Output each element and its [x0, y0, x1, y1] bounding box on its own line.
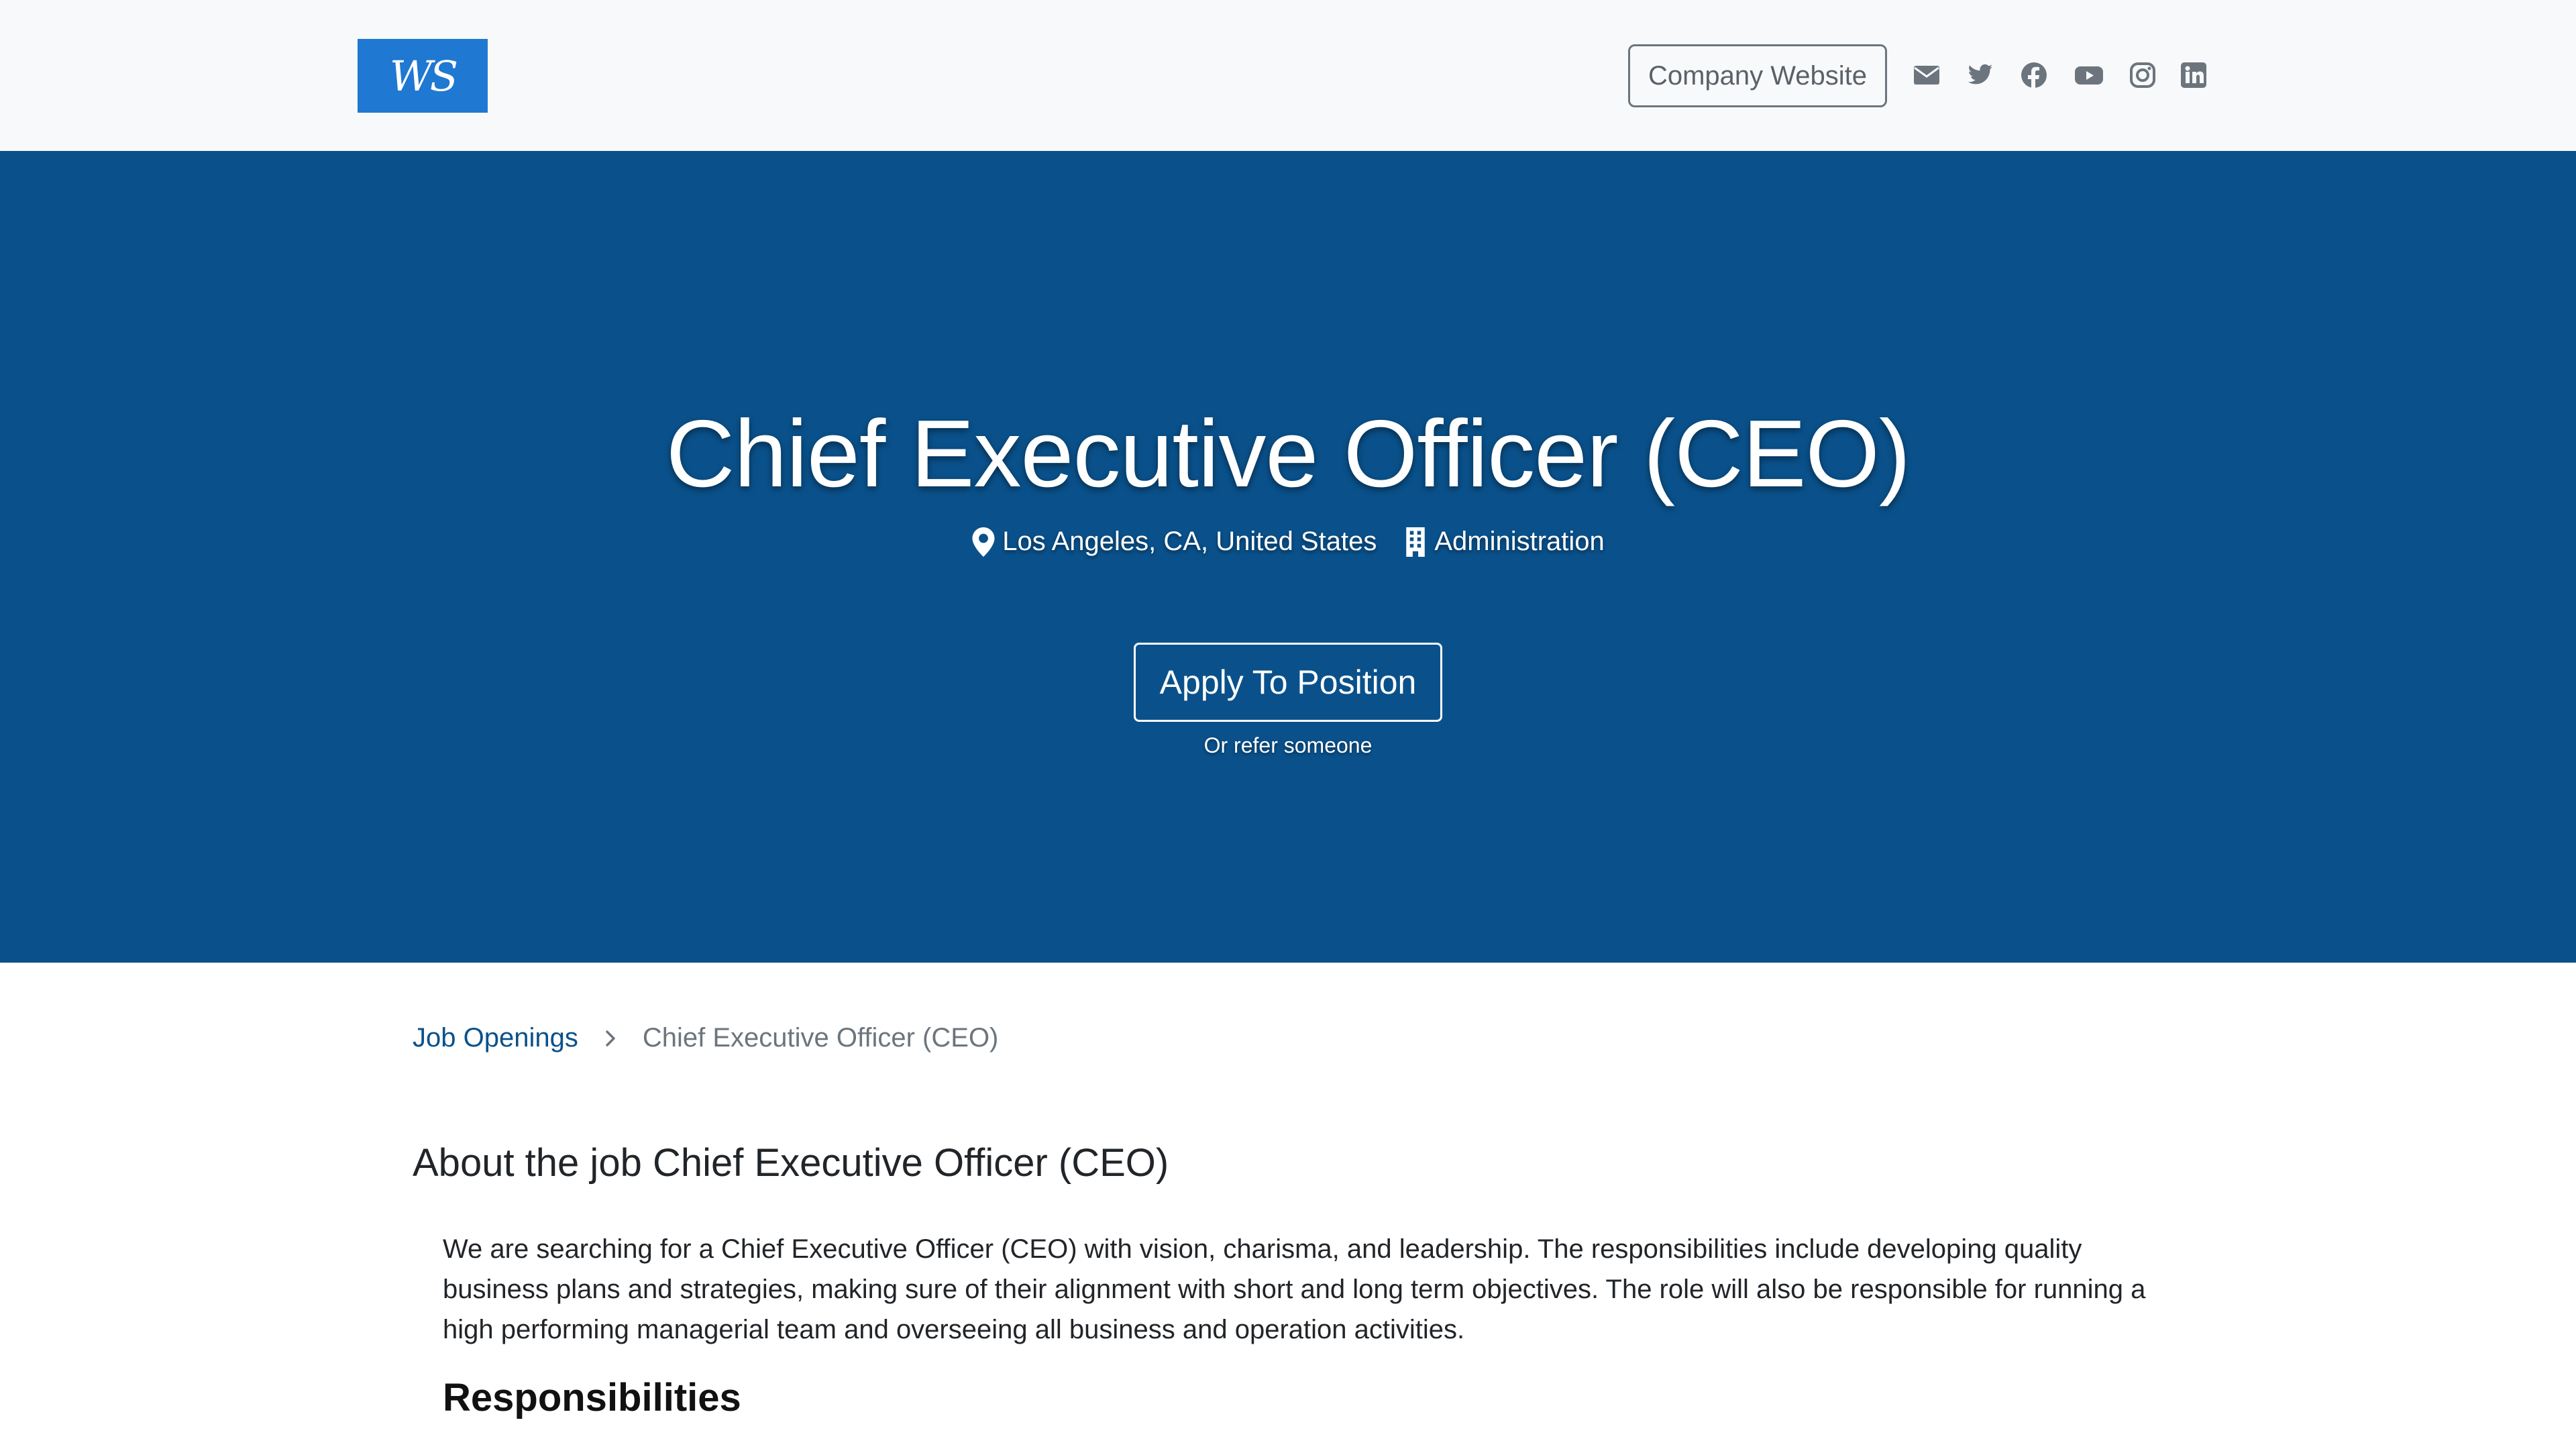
job-description: We are searching for a Chief Executive O…	[443, 1234, 2146, 1344]
refer-someone-link[interactable]: Or refer someone	[0, 733, 2576, 758]
chevron-right-icon	[606, 1030, 615, 1046]
map-pin-icon	[972, 527, 995, 557]
breadcrumb-current: Chief Executive Officer (CEO)	[642, 1023, 999, 1053]
facebook-icon[interactable]	[2021, 62, 2047, 89]
apply-to-position-button[interactable]: Apply To Position	[1134, 643, 1442, 722]
top-navbar: WS Company Website	[0, 0, 2576, 151]
building-icon	[1406, 527, 1426, 557]
company-logo[interactable]: WS	[358, 39, 488, 113]
job-department: Administration	[1403, 527, 1605, 557]
job-department-text: Administration	[1434, 527, 1605, 556]
logo-text: WS	[389, 51, 458, 101]
breadcrumb: Job Openings Chief Executive Officer (CE…	[413, 1023, 998, 1053]
responsibilities-heading: Responsibilities	[443, 1376, 741, 1419]
youtube-icon[interactable]	[2074, 62, 2104, 89]
linkedin-icon[interactable]	[2180, 62, 2207, 89]
job-hero: Chief Executive Officer (CEO) Los Angele…	[0, 151, 2576, 963]
about-job-heading: About the job Chief Executive Officer (C…	[413, 1141, 1169, 1185]
job-title: Chief Executive Officer (CEO)	[665, 400, 1911, 507]
job-meta: Los Angeles, CA, United States Administr…	[0, 527, 2576, 557]
job-location-text: Los Angeles, CA, United States	[1002, 527, 1377, 556]
instagram-icon[interactable]	[2129, 62, 2156, 89]
twitter-icon[interactable]	[1967, 62, 1994, 89]
company-website-button[interactable]: Company Website	[1628, 44, 1887, 107]
job-location: Los Angeles, CA, United States	[971, 527, 1377, 557]
breadcrumb-job-openings-link[interactable]: Job Openings	[413, 1023, 578, 1053]
envelope-icon[interactable]	[1913, 62, 1940, 89]
